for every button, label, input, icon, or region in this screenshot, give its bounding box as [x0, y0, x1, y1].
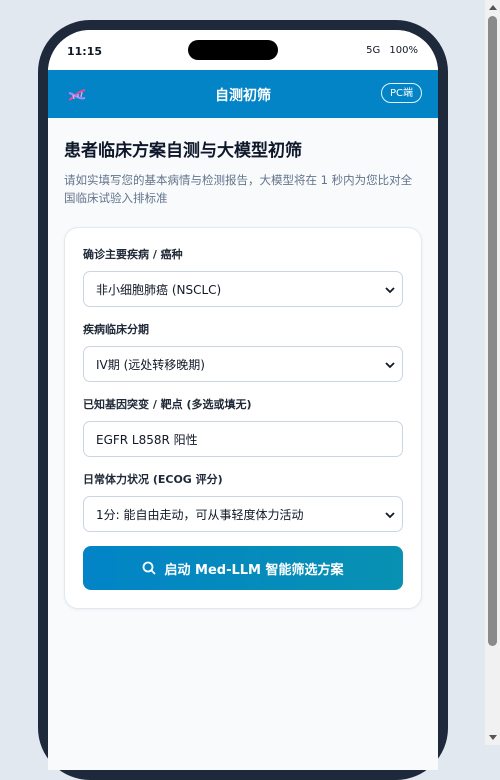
stage-field: 疾病临床分期 IV期 (远处转移晚期) — [83, 321, 403, 382]
ecog-field: 日常体力状况 (ECOG 评分) 1分: 能自由走动，可从事轻度体力活动 — [83, 471, 403, 532]
header-title: 自测初筛 — [215, 88, 271, 104]
page-scrollbar[interactable] — [485, 0, 500, 745]
diagnosis-value: 非小细胞肺癌 (NSCLC) — [96, 283, 222, 297]
scroll-up-arrow[interactable] — [489, 5, 497, 10]
pc-version-button[interactable]: PC端 — [380, 83, 422, 103]
mutation-value: EGFR L858R 阳性 — [96, 433, 198, 447]
page-description: 请如实填写您的基本病情与检测报告，大模型将在 1 秒内为您比对全国临床试验入排标… — [64, 173, 413, 205]
start-screening-label: 启动 Med-LLM 智能筛选方案 — [164, 562, 344, 578]
chevron-down-icon — [385, 362, 395, 369]
phone-screen: 11:15 5G 100% 自测初筛 PC端 患者临床方案自测与大模型初筛 请如… — [48, 30, 438, 770]
scrollbar-thumb[interactable] — [488, 16, 497, 646]
diagnosis-field: 确诊主要疾病 / 癌种 非小细胞肺癌 (NSCLC) — [83, 246, 403, 307]
chevron-down-icon — [385, 287, 395, 294]
status-bar: 11:15 5G 100% — [48, 30, 438, 70]
scroll-down-arrow[interactable] — [489, 735, 497, 740]
stage-select[interactable]: IV期 (远处转移晚期) — [83, 346, 403, 382]
start-screening-button[interactable]: 启动 Med-LLM 智能筛选方案 — [83, 546, 403, 590]
app-header: 自测初筛 PC端 — [48, 70, 438, 118]
ecog-select[interactable]: 1分: 能自由走动，可从事轻度体力活动 — [83, 496, 403, 532]
stage-value: IV期 (远处转移晚期) — [96, 358, 205, 372]
search-icon — [143, 561, 157, 575]
screening-form: 确诊主要疾病 / 癌种 非小细胞肺癌 (NSCLC) 疾病临床分期 IV期 (远… — [64, 227, 422, 609]
ecog-value: 1分: 能自由走动，可从事轻度体力活动 — [96, 508, 304, 522]
status-indicators: 5G 100% — [360, 45, 418, 56]
network-indicator: 5G — [366, 45, 381, 56]
status-time: 11:15 — [67, 45, 103, 58]
diagnosis-label: 确诊主要疾病 / 癌种 — [83, 248, 183, 261]
mutation-field: 已知基因突变 / 靶点 (多选或填无) EGFR L858R 阳性 — [83, 396, 403, 457]
diagnosis-select[interactable]: 非小细胞肺癌 (NSCLC) — [83, 271, 403, 307]
page-title: 患者临床方案自测与大模型初筛 — [64, 141, 302, 161]
ecog-label: 日常体力状况 (ECOG 评分) — [83, 473, 223, 486]
battery-indicator: 100% — [389, 45, 418, 56]
main-content: 患者临床方案自测与大模型初筛 请如实填写您的基本病情与检测报告，大模型将在 1 … — [48, 118, 438, 609]
stage-label: 疾病临床分期 — [83, 323, 149, 336]
mutation-label: 已知基因突变 / 靶点 (多选或填无) — [83, 398, 252, 411]
mutation-input[interactable]: EGFR L858R 阳性 — [83, 421, 403, 457]
chevron-down-icon — [385, 512, 395, 519]
camera-notch — [188, 40, 278, 60]
phone-frame: 11:15 5G 100% 自测初筛 PC端 患者临床方案自测与大模型初筛 请如… — [38, 20, 448, 780]
